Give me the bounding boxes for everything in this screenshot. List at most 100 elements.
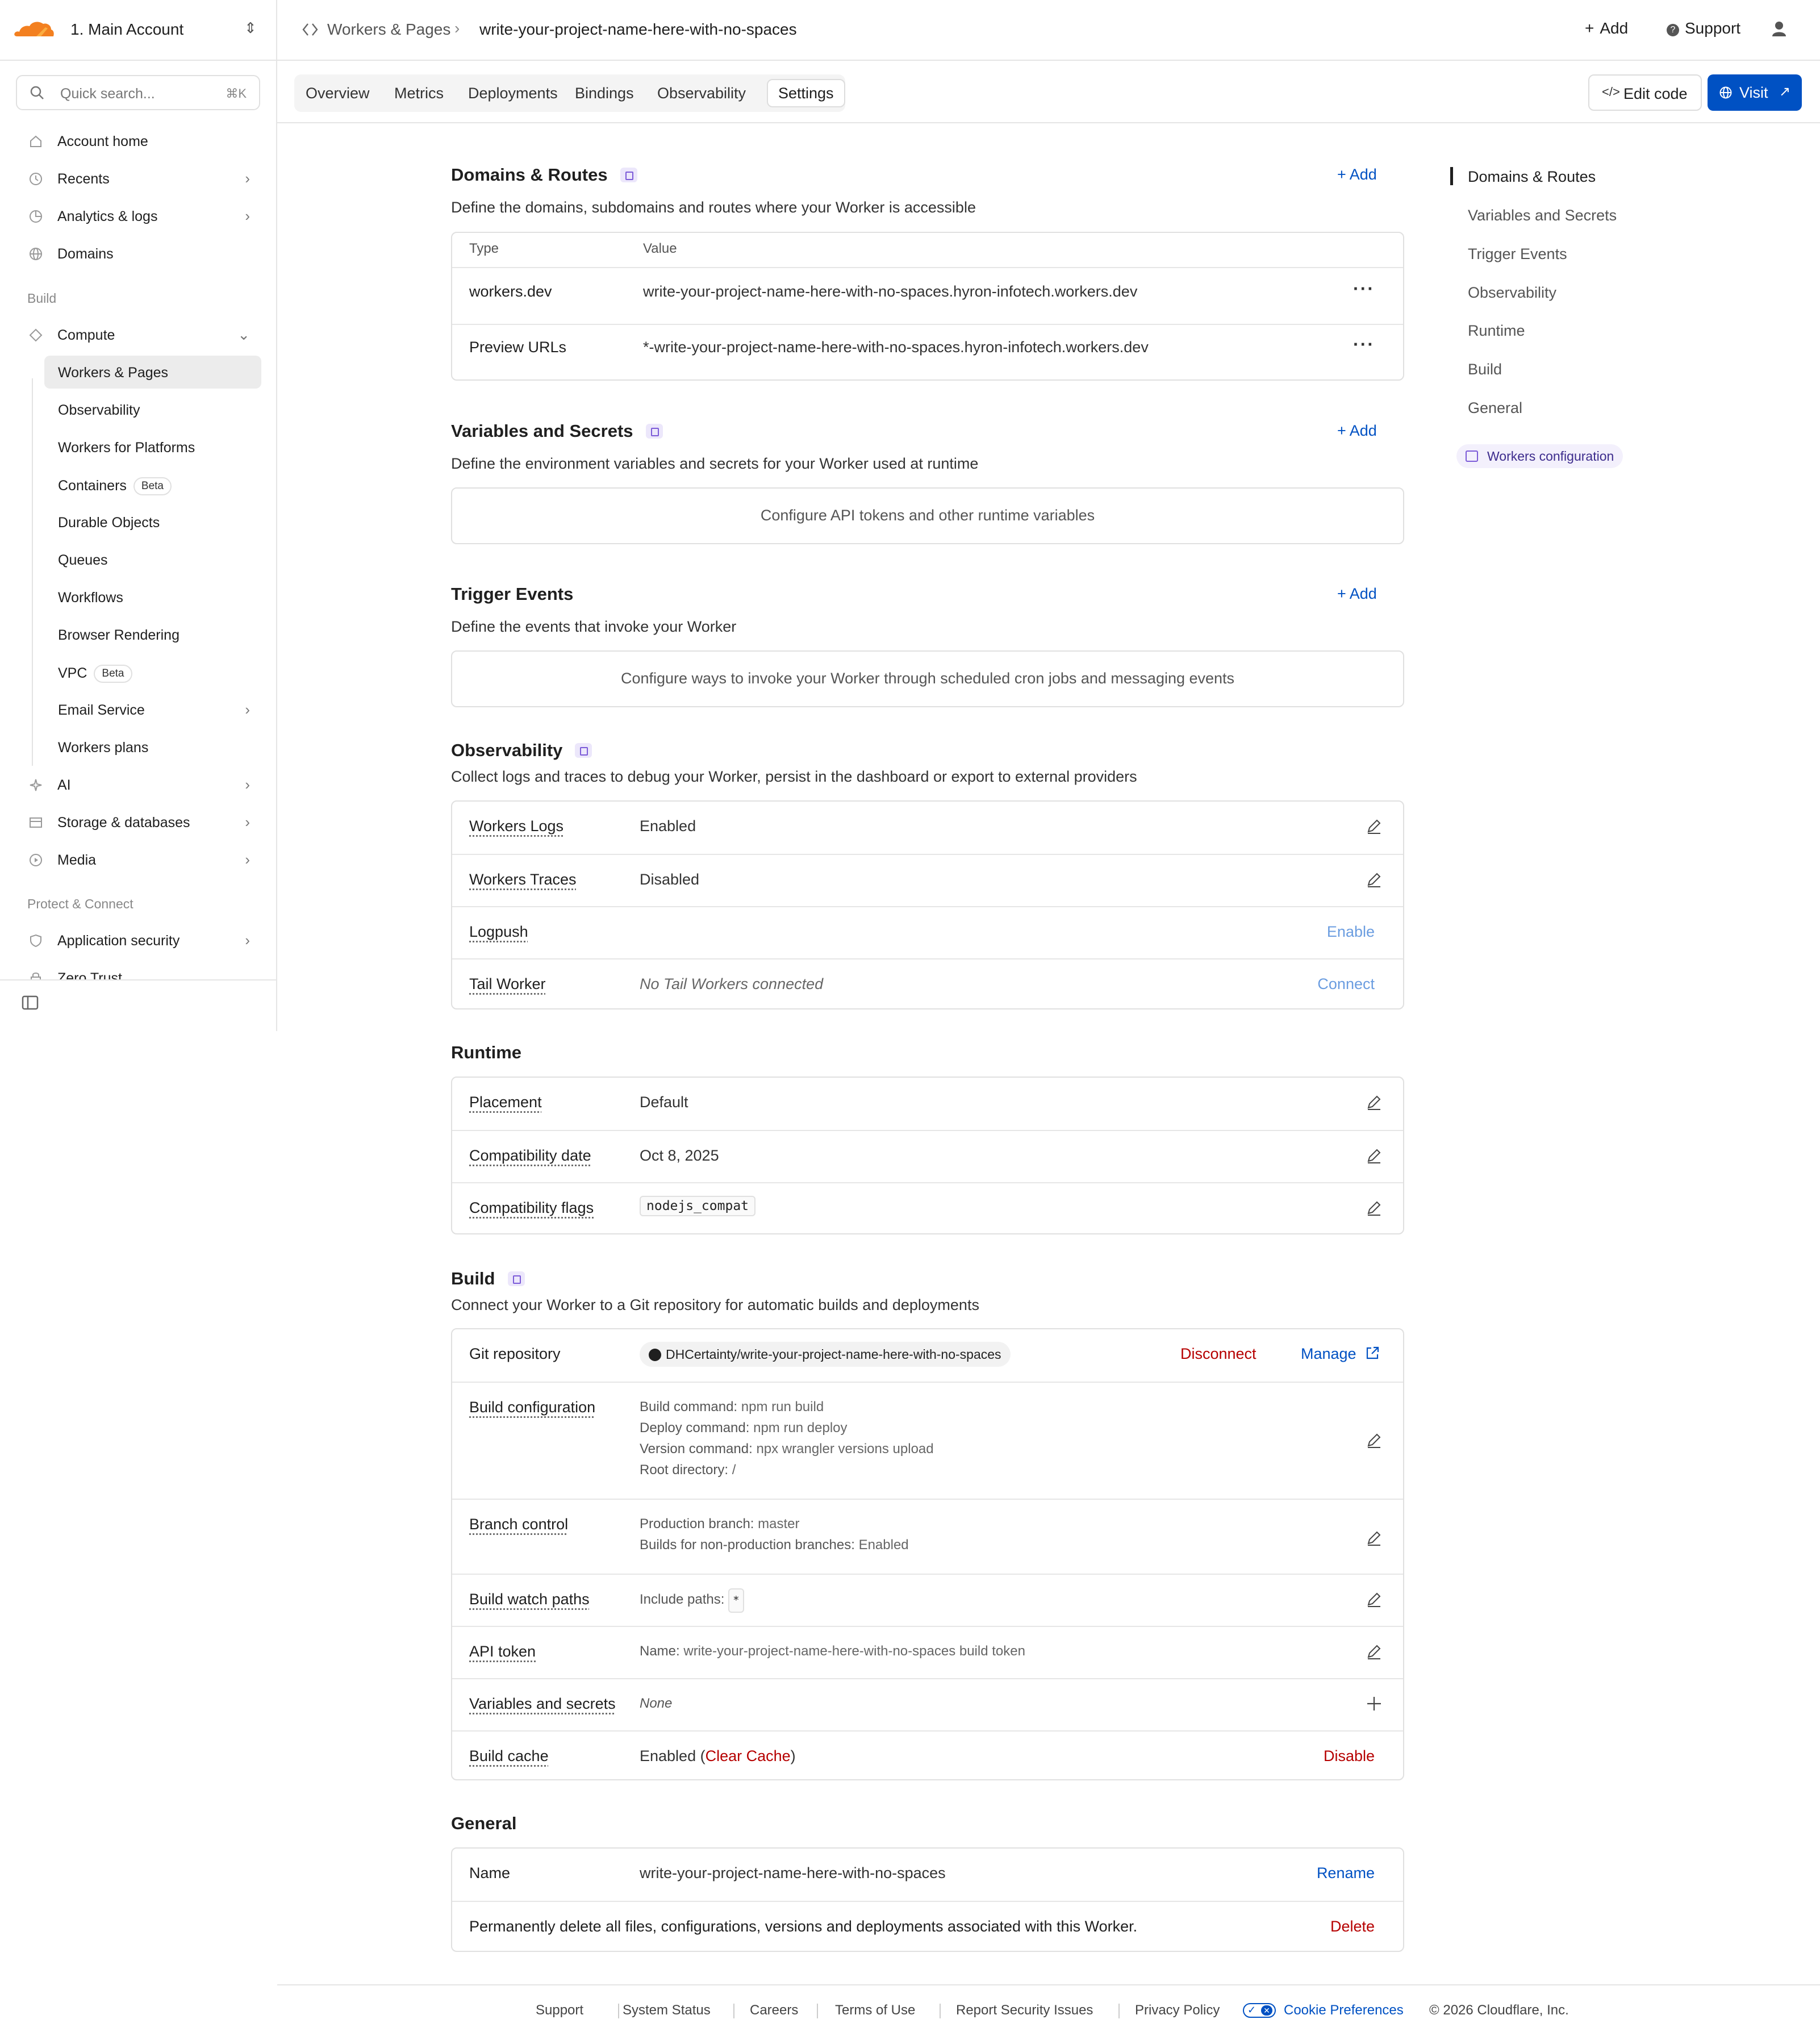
toc-item-build[interactable]: Build [1468,361,1502,378]
enable-logpush-button[interactable]: Enable [1327,923,1375,941]
quick-search[interactable]: Quick search... ⌘K [16,75,260,110]
add-trigger-button[interactable]: + Add [1337,585,1377,603]
disable-cache-button[interactable]: Disable [1324,1747,1375,1765]
route-value[interactable]: write-your-project-name-here-with-no-spa… [643,283,1137,301]
sidebar-item-recents[interactable]: Recents › [16,162,261,195]
footer-link-security[interactable]: Report Security Issues [956,2002,1093,2018]
add-variable-button[interactable]: + Add [1337,422,1377,440]
sidebar-item-workers-platforms[interactable]: Workers for Platforms [44,431,261,464]
triggers-empty-state[interactable]: Configure ways to invoke your Worker thr… [451,650,1404,707]
user-icon[interactable] [1771,20,1787,37]
toc-item-variables[interactable]: Variables and Secrets [1468,207,1617,224]
edit-code-button[interactable]: </> Edit code [1588,74,1702,111]
plus-icon[interactable] [1366,1695,1383,1712]
edit-pencil-icon[interactable] [1366,1529,1383,1546]
footer-link-support[interactable]: Support [536,2002,583,2018]
setting-label[interactable]: Build watch paths [469,1591,590,1608]
docs-icon[interactable] [575,743,592,758]
clear-cache-link[interactable]: Clear Cache [706,1747,791,1764]
sidebar-item-compute[interactable]: Compute ⌄ [16,318,261,351]
chevron-updown-icon[interactable]: ⇕ [244,19,257,37]
breadcrumb-parent[interactable]: Workers & Pages [327,20,450,39]
variables-empty-state[interactable]: Configure API tokens and other runtime v… [451,487,1404,544]
tab-bindings[interactable]: Bindings [563,79,645,107]
sidebar-item-browser-rendering[interactable]: Browser Rendering [44,618,261,651]
add-button[interactable]: + Add [1585,19,1628,37]
tab-metrics[interactable]: Metrics [383,79,455,107]
sidebar-toggle-icon[interactable] [22,995,39,1010]
more-options-icon[interactable]: ··· [1353,278,1375,299]
edit-pencil-icon[interactable] [1366,871,1383,888]
account-switcher[interactable]: 1. Main Account ⇕ [0,0,277,61]
workers-configuration-link[interactable]: Workers configuration [1456,444,1623,468]
sidebar-item-vpc[interactable]: VPC Beta [44,656,261,689]
edit-pencil-icon[interactable] [1366,1432,1383,1449]
sidebar-item-zero-trust[interactable]: Zero Trust [16,961,261,979]
sidebar-item-durable-objects[interactable]: Durable Objects [44,506,261,539]
tab-overview[interactable]: Overview [294,79,381,107]
add-domain-button[interactable]: + Add [1337,166,1377,183]
sidebar-item-workers-pages[interactable]: Workers & Pages [44,356,261,389]
toc-active-indicator [1450,167,1453,185]
edit-pencil-icon[interactable] [1366,1147,1383,1164]
route-value[interactable]: *-write-your-project-name-here-with-no-s… [643,339,1149,356]
sidebar-item-workers-plans[interactable]: Workers plans [44,731,261,763]
setting-label[interactable]: Build configuration [469,1399,595,1416]
setting-label[interactable]: Logpush [469,923,528,941]
setting-label[interactable]: Compatibility flags [469,1199,594,1217]
setting-label[interactable]: Build cache [469,1747,549,1765]
delete-worker-button[interactable]: Delete [1330,1918,1375,1935]
sidebar-item-containers[interactable]: Containers Beta [44,468,261,501]
more-options-icon[interactable]: ··· [1353,334,1375,355]
toc-item-observability[interactable]: Observability [1468,284,1556,302]
edit-pencil-icon[interactable] [1366,1643,1383,1660]
setting-label[interactable]: Compatibility date [469,1147,591,1165]
footer-link-privacy[interactable]: Privacy Policy [1135,2002,1220,2018]
sidebar-item-queues[interactable]: Queues [44,543,261,576]
toc-item-domains[interactable]: Domains & Routes [1468,168,1596,186]
setting-label[interactable]: Workers Logs [469,817,563,835]
sidebar-item-analytics[interactable]: Analytics & logs › [16,199,261,232]
setting-label[interactable]: Tail Worker [469,975,546,993]
setting-label[interactable]: API token [469,1643,536,1660]
support-button[interactable]: ? Support [1667,19,1740,37]
edit-pencil-icon[interactable] [1366,1094,1383,1111]
sidebar-item-ai[interactable]: AI › [16,768,261,801]
sidebar-item-application-security[interactable]: Application security › [16,924,261,957]
edit-pencil-icon[interactable] [1366,817,1383,835]
connect-tail-worker-button[interactable]: Connect [1317,975,1375,993]
sidebar-item-account-home[interactable]: Account home [16,124,261,157]
setting-label[interactable]: Workers Traces [469,871,577,888]
sidebar-item-domains[interactable]: Domains [16,237,261,270]
sidebar-item-storage[interactable]: Storage & databases › [16,806,261,838]
footer-link-status[interactable]: System Status [623,2002,711,2018]
rename-button[interactable]: Rename [1317,1864,1375,1882]
tab-deployments[interactable]: Deployments [457,79,569,107]
setting-label[interactable]: Placement [469,1094,542,1111]
domains-table: Type Value workers.dev write-your-projec… [451,232,1404,381]
visit-button[interactable]: Visit ↗ [1708,74,1802,111]
edit-pencil-icon[interactable] [1366,1591,1383,1608]
tab-settings[interactable]: Settings [767,79,845,107]
sidebar-item-email-service[interactable]: Email Service › [44,693,261,726]
toc-item-general[interactable]: General [1468,399,1522,417]
repo-chip[interactable]: DHCertainty/write-your-project-name-here… [640,1342,1011,1367]
footer-link-terms[interactable]: Terms of Use [835,2002,915,2018]
section-description: Connect your Worker to a Git repository … [451,1296,979,1313]
sidebar-item-observability[interactable]: Observability [44,393,261,426]
edit-pencil-icon[interactable] [1366,1199,1383,1216]
footer-link-careers[interactable]: Careers [750,2002,798,2018]
docs-icon[interactable] [645,424,663,439]
docs-icon[interactable] [507,1271,525,1286]
manage-button[interactable]: Manage [1301,1345,1380,1363]
footer-link-cookies[interactable]: ✓ ✕ Cookie Preferences [1243,2002,1404,2018]
sidebar-item-workflows[interactable]: Workflows [44,581,261,614]
setting-label[interactable]: Branch control [469,1516,568,1533]
tab-observability[interactable]: Observability [646,79,757,107]
toc-item-triggers[interactable]: Trigger Events [1468,245,1567,263]
disconnect-button[interactable]: Disconnect [1180,1345,1257,1363]
docs-icon[interactable] [620,168,637,182]
toc-item-runtime[interactable]: Runtime [1468,322,1525,340]
sidebar-item-media[interactable]: Media › [16,843,261,876]
setting-label[interactable]: Variables and secrets [469,1695,616,1713]
